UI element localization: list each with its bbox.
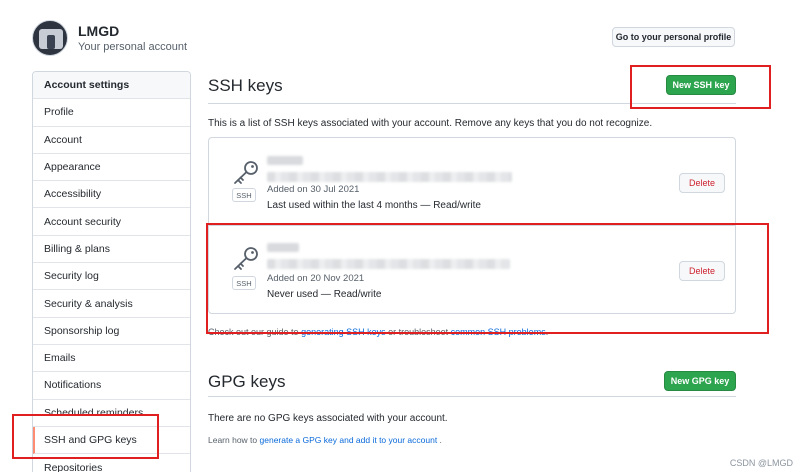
key-added-date: Added on 30 Jul 2021 [267, 184, 360, 195]
user-header: LMGD Your personal account [32, 18, 187, 58]
learn-prefix: Learn how to [208, 435, 260, 445]
ssh-intro-text: This is a list of SSH keys associated wi… [208, 118, 653, 129]
generate-gpg-key-link[interactable]: generate a GPG key and add it to your ac… [260, 435, 438, 445]
settings-sidebar: Account settings Profile Account Appeara… [32, 71, 191, 472]
sidebar-item-notifications[interactable]: Notifications [33, 372, 190, 400]
ssh-keys-heading: SSH keys [208, 76, 283, 95]
sidebar-item-security-analysis[interactable]: Security & analysis [33, 290, 190, 318]
gpg-divider [208, 396, 736, 397]
key-icon [234, 161, 258, 184]
go-to-profile-button[interactable]: Go to your personal profile [612, 27, 735, 47]
redacted-key-fingerprint [267, 172, 512, 182]
sidebar-item-account-security[interactable]: Account security [33, 208, 190, 236]
delete-key-button[interactable]: Delete [679, 173, 725, 193]
gpg-empty-text: There are no GPG keys associated with yo… [208, 413, 448, 424]
annotation-box-new-ssh [630, 65, 771, 109]
key-usage: Last used within the last 4 months — Rea… [267, 200, 481, 211]
gpg-keys-heading: GPG keys [208, 372, 286, 391]
user-text: LMGD Your personal account [78, 22, 187, 55]
annotation-box-ssh-key [206, 223, 769, 334]
avatar[interactable] [32, 20, 68, 56]
ssh-badge: SSH [232, 188, 256, 202]
new-gpg-key-button[interactable]: New GPG key [664, 371, 736, 391]
sidebar-heading-account-settings: Account settings [33, 72, 190, 100]
gpg-learn-text: Learn how to generate a GPG key and add … [208, 435, 442, 445]
sidebar-item-account[interactable]: Account [33, 126, 190, 154]
redacted-key-title [267, 156, 303, 165]
learn-suffix: . [437, 435, 442, 445]
sidebar-item-sponsorship-log[interactable]: Sponsorship log [33, 317, 190, 345]
sidebar-item-emails[interactable]: Emails [33, 344, 190, 373]
user-subtitle: Your personal account [78, 40, 188, 53]
ssh-key-row: SSH Added on 30 Jul 2021 Last used withi… [209, 138, 735, 226]
annotation-box-sidebar [12, 414, 159, 459]
sidebar-item-appearance[interactable]: Appearance [33, 153, 190, 182]
watermark: CSDN @LMGD [729, 458, 793, 468]
sidebar-item-profile[interactable]: Profile [33, 99, 190, 127]
sidebar-item-accessibility[interactable]: Accessibility [33, 181, 190, 209]
sidebar-item-billing[interactable]: Billing & plans [33, 235, 190, 264]
sidebar-item-security-log[interactable]: Security log [33, 263, 190, 291]
user-name[interactable]: LMGD [78, 22, 187, 40]
